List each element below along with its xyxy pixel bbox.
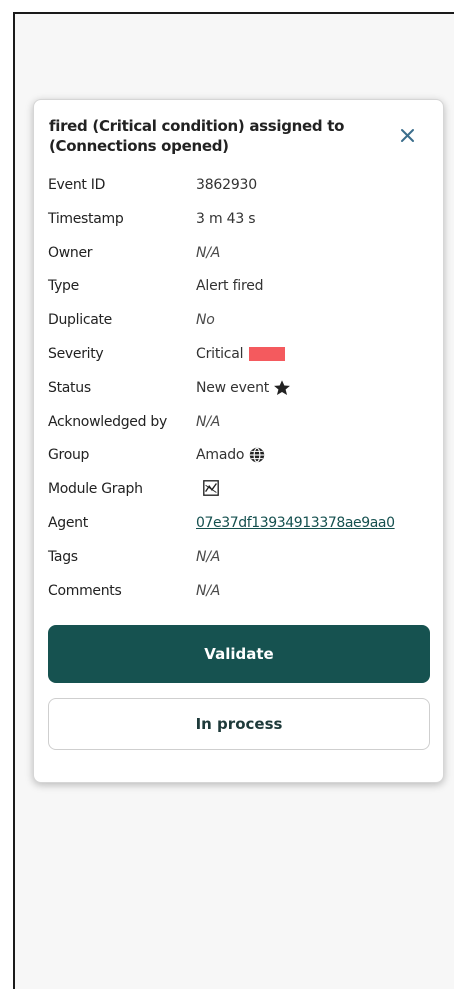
graph-icon[interactable] <box>202 479 220 497</box>
field-label: Timestamp <box>48 210 124 227</box>
field-label: Agent <box>48 514 88 531</box>
field-value-module-graph[interactable] <box>196 479 220 497</box>
event-details-dialog: fired (Critical condition) assigned to (… <box>33 99 444 783</box>
field-row-module-graph: Module Graph <box>48 479 438 513</box>
field-value-comments: N/A <box>196 582 221 599</box>
field-row-severity: Severity Critical <box>48 344 438 378</box>
field-value-agent: 07e37df13934913378ae9aa0 <box>196 513 395 533</box>
close-button[interactable] <box>396 124 420 148</box>
field-row-group: Group Amado <box>48 445 438 479</box>
field-value-tags: N/A <box>196 548 221 565</box>
field-row-comments: Comments N/A <box>48 581 438 615</box>
field-value-group: Amado <box>196 445 266 465</box>
field-value-owner: N/A <box>196 244 221 261</box>
field-label: Comments <box>48 582 122 599</box>
field-row-tags: Tags N/A <box>48 547 438 581</box>
field-label: Duplicate <box>48 312 112 329</box>
field-label: Owner <box>48 244 93 261</box>
close-icon <box>401 129 414 142</box>
agent-link[interactable]: 07e37df13934913378ae9aa0 <box>196 513 395 533</box>
field-value-timestamp: 3 m 43 s <box>196 210 256 227</box>
globe-icon <box>250 447 265 463</box>
field-value-event-id: 3862930 <box>196 177 257 193</box>
field-row-event-id: Event ID 3862930 <box>48 175 438 209</box>
field-value-acknowledged-by: N/A <box>196 413 221 430</box>
field-value-duplicate: No <box>196 312 215 329</box>
severity-color-badge <box>249 346 286 361</box>
in-process-button[interactable]: In process <box>48 698 430 750</box>
field-label: Module Graph <box>48 481 143 498</box>
field-row-agent: Agent 07e37df13934913378ae9aa0 <box>48 513 438 547</box>
field-value-type: Alert fired <box>196 278 264 295</box>
event-fields: Event ID 3862930 Timestamp 3 m 43 s Owne… <box>48 175 438 614</box>
dialog-title: fired (Critical condition) assigned to (… <box>49 117 345 155</box>
field-row-timestamp: Timestamp 3 m 43 s <box>48 209 438 243</box>
field-row-status: Status New event <box>48 378 438 412</box>
field-value-severity: Critical <box>196 344 286 364</box>
field-label: Group <box>48 447 90 464</box>
field-label: Acknowledged by <box>48 413 167 430</box>
field-row-type: Type Alert fired <box>48 276 438 310</box>
field-row-owner: Owner N/A <box>48 243 438 277</box>
field-label: Severity <box>48 345 104 362</box>
field-label: Event ID <box>48 177 106 193</box>
field-row-acknowledged-by: Acknowledged by N/A <box>48 412 438 446</box>
validate-button[interactable]: Validate <box>48 625 430 683</box>
field-label: Tags <box>48 548 78 565</box>
field-label: Status <box>48 379 91 396</box>
field-row-duplicate: Duplicate No <box>48 310 438 344</box>
star-icon <box>274 380 290 395</box>
field-value-status: New event <box>196 378 291 398</box>
field-label: Type <box>48 278 79 295</box>
